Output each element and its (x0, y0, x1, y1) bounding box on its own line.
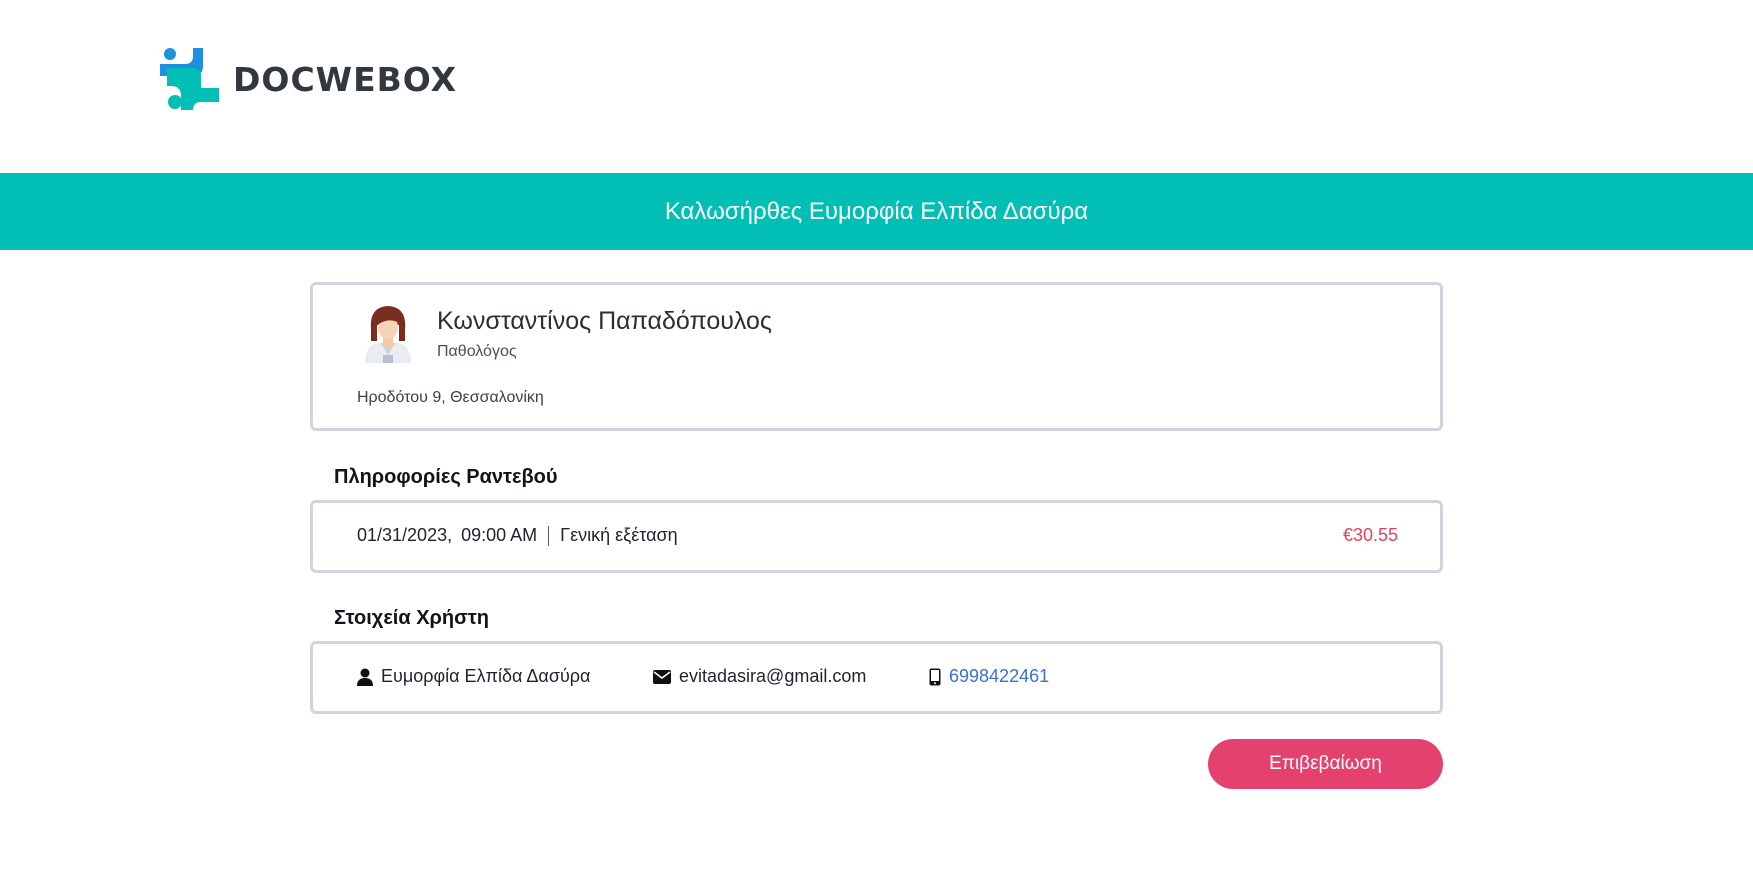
user-section-title: Στοιχεία Χρήστη (334, 607, 489, 629)
confirm-button[interactable]: Επιβεβαίωση (1208, 739, 1443, 789)
user-name: Ευμορφία Ελπίδα Δασύρα (381, 666, 591, 686)
welcome-banner: Καλωσήρθες Ευμορφία Ελπίδα Δασύρα (0, 173, 1753, 250)
appointment-divider (548, 525, 550, 546)
appointment-details: 01/31/2023, 09:00 AM Γενική εξέταση (357, 525, 678, 546)
appointment-time: 09:00 AM (461, 525, 538, 545)
doctor-name: Κωνσταντίνος Παπαδόπουλος (437, 307, 772, 335)
appointment-price: €30.55 (1342, 525, 1398, 545)
user-name-item: Ευμορφία Ελπίδα Δασύρα (357, 666, 653, 687)
doctor-address: Ηροδότου 9, Θεσσαλονίκη (357, 389, 544, 406)
booking-confirmation-page: DOCWEBOX Καλωσήρθες Ευμορφία Ελπίδα Δασύ… (0, 0, 1753, 877)
welcome-message: Καλωσήρθες Ευμορφία Ελπίδα Δασύρα (664, 197, 1089, 225)
user-phone-item: 6998422461 (929, 666, 1049, 687)
appointment-section-title: Πληροφορίες Ραντεβού (334, 466, 558, 488)
user-phone-link[interactable]: 6998422461 (949, 666, 1049, 687)
user-email-item: evitadasira@gmail.com (653, 666, 929, 687)
user-email: evitadasira@gmail.com (679, 666, 867, 686)
brand-logo[interactable]: DOCWEBOX (157, 46, 457, 112)
appointment-service: Γενική εξέταση (560, 525, 678, 545)
doctor-avatar-icon (365, 306, 411, 363)
user-icon (357, 668, 373, 686)
appointment-date: 01/31/2023, (357, 525, 453, 545)
doctor-card: Κωνσταντίνος Παπαδόπουλος Παθολόγος Ηροδ… (310, 282, 1443, 431)
brand-name: DOCWEBOX (233, 59, 458, 99)
appointment-card: 01/31/2023, 09:00 AM Γενική εξέταση €30.… (310, 500, 1443, 573)
user-details: Ευμορφία Ελπίδα Δασύρα evitadasira@gmail… (357, 666, 1049, 687)
doctor-specialty: Παθολόγος (437, 343, 517, 360)
user-card: Ευμορφία Ελπίδα Δασύρα evitadasira@gmail… (310, 641, 1443, 714)
docwebox-cross-logo-icon (160, 48, 219, 110)
envelope-icon (653, 669, 671, 684)
mobile-phone-icon (929, 668, 941, 686)
